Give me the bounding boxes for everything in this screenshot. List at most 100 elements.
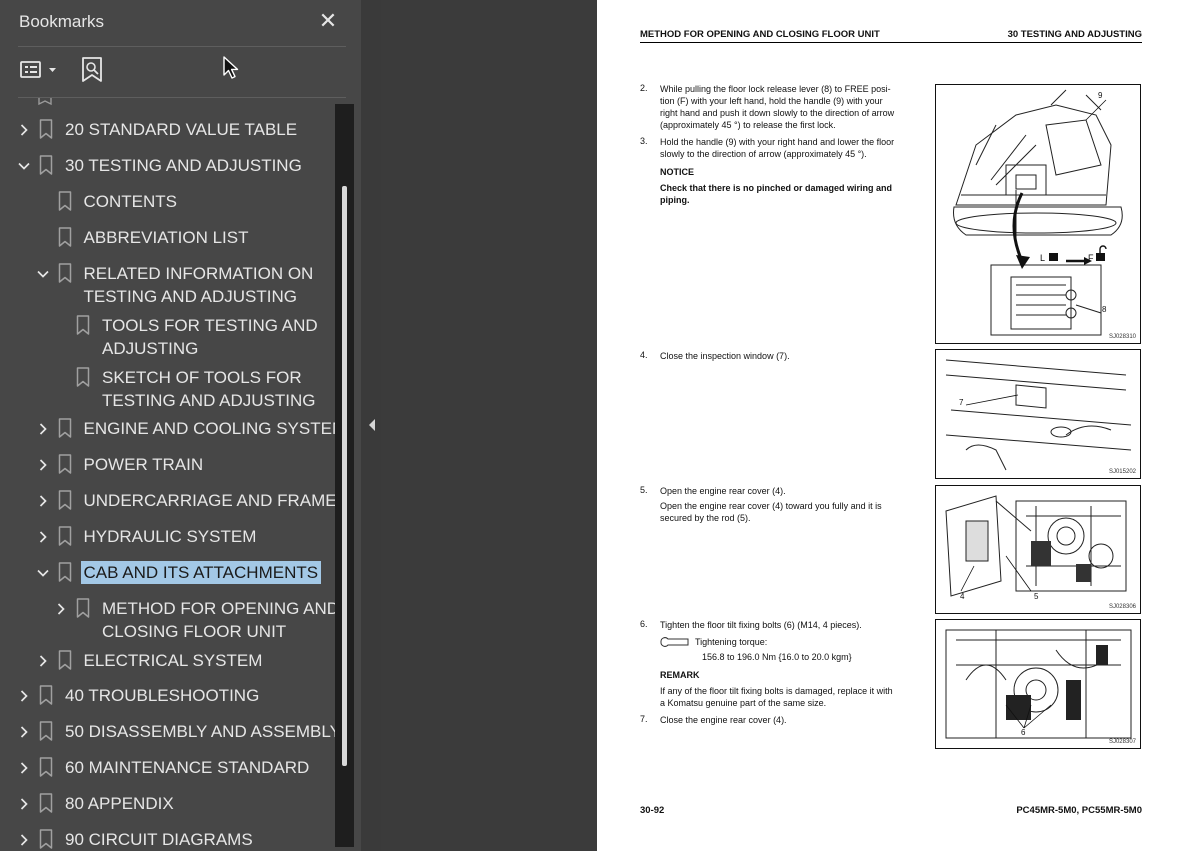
chevron-right-icon[interactable] [18, 726, 30, 738]
bookmark-icon [58, 526, 71, 546]
bookmark-label[interactable]: 20 STANDARD VALUE TABLE [65, 118, 297, 141]
chevron-right-icon[interactable] [37, 423, 49, 435]
add-bookmark-icon [82, 57, 102, 82]
torque-value: 156.8 to 196.0 Nm {16.0 to 20.0 kgm} [702, 652, 852, 662]
step-5-title: Open the engine rear cover (4). [660, 486, 786, 496]
step-7-text: Close the engine rear cover (4). [660, 715, 787, 725]
add-bookmark-button[interactable] [80, 56, 104, 84]
bookmark-label[interactable]: CONTENTS [84, 190, 178, 213]
notice-line: piping. [660, 195, 690, 205]
mouse-pointer-icon [223, 56, 239, 79]
notice-line: Check that there is no pinched or damage… [660, 183, 893, 193]
bookmark-label[interactable]: 80 APPENDIX [65, 792, 174, 815]
close-panel-button[interactable]: ✕ [316, 9, 340, 33]
bookmark-label-line: TESTING AND ADJUSTING [83, 287, 297, 306]
step-5-text: Open the engine rear cover (4) toward yo… [660, 500, 926, 524]
model-number: PC45MR-5M0, PC55MR-5M0 [1016, 805, 1142, 816]
bookmark-label[interactable]: HYDRAULIC SYSTEM [84, 525, 257, 548]
figure-callout: 8 [1102, 305, 1107, 314]
bookmark-icon [58, 191, 71, 211]
page-header-right: 30 TESTING AND ADJUSTING [1007, 29, 1142, 40]
bookmark-icon [58, 418, 71, 438]
bookmarks-panel: Bookmarks ✕ 20 STANDARD VALUE TABLE 30 TE… [0, 0, 361, 851]
bookmark-label-line: RELATED INFORMATION ON [83, 264, 314, 283]
floor-unit-illustration [953, 89, 1123, 336]
figure-floor-lock-release: 9 L F 8 SJ028310 [935, 84, 1141, 344]
bookmark-icon [58, 650, 71, 670]
bookmark-options-button[interactable] [19, 58, 61, 82]
step-2-line: (approximately 45 °) to release the firs… [660, 120, 836, 130]
scrollbar-thumb[interactable] [342, 186, 347, 766]
figure-engine-rear-cover: 4 5 SJ028306 [935, 485, 1141, 614]
figure-callout: 7 [959, 398, 964, 407]
bookmarks-scrollbar[interactable] [335, 104, 354, 847]
bookmark-label[interactable]: RELATED INFORMATION ON TESTING AND ADJUST… [84, 262, 314, 308]
figure-code: SJ028307 [1108, 739, 1136, 745]
figure-callout: F [1088, 253, 1094, 263]
bookmark-icon [58, 263, 71, 283]
page-header-left: METHOD FOR OPENING AND CLOSING FLOOR UNI… [640, 29, 880, 40]
bookmark-label[interactable]: 40 TROUBLESHOOTING [65, 684, 259, 707]
bookmark-label-line: TOOLS FOR TESTING AND [102, 316, 318, 335]
step-5-line: Open the engine rear cover (4) toward yo… [660, 501, 882, 511]
step-5-line: secured by the rod (5). [660, 513, 751, 523]
chevron-right-icon[interactable] [55, 603, 67, 615]
list-options-icon [20, 61, 56, 78]
bookmark-icon [58, 490, 71, 510]
bookmark-icon [76, 367, 90, 387]
step-2-line: While pulling the floor lock release lev… [660, 84, 891, 94]
figure-callout: L [1040, 253, 1046, 263]
step-3-line: slowly to the direction of arrow (approx… [660, 149, 867, 159]
bookmark-label[interactable]: ABBREVIATION LIST [84, 226, 249, 249]
bookmark-icon [76, 598, 90, 618]
chevron-down-icon[interactable] [18, 160, 30, 172]
notice-title: NOTICE [660, 167, 695, 177]
chevron-right-icon[interactable] [37, 655, 49, 667]
chevron-right-icon[interactable] [37, 531, 49, 543]
bookmark-label[interactable]: 30 TESTING AND ADJUSTING [65, 154, 302, 177]
figure-code: SJ015202 [1108, 469, 1136, 475]
bookmark-label[interactable]: UNDERCARRIAGE AND FRAME [84, 489, 337, 512]
bookmark-label[interactable]: 60 MAINTENANCE STANDARD [65, 756, 309, 779]
chevron-right-icon[interactable] [37, 459, 49, 471]
bookmarks-panel-header: Bookmarks ✕ [0, 0, 361, 46]
bookmark-icon [76, 315, 90, 335]
chevron-right-icon[interactable] [18, 124, 30, 136]
figure-callout: 4 [960, 592, 965, 601]
figure-code: SJ028310 [1108, 334, 1136, 340]
figure-callout: 6 [1021, 728, 1026, 737]
step-4-text: Close the inspection window (7). [660, 351, 790, 361]
bookmark-icon [58, 454, 71, 474]
bookmark-label-line: METHOD FOR OPENING AND [102, 599, 340, 618]
step-4-number: 4. [640, 350, 648, 360]
chevron-right-icon[interactable] [18, 690, 30, 702]
bookmark-label[interactable]: POWER TRAIN [84, 453, 204, 476]
inspection-window-illustration [945, 359, 1132, 471]
bookmark-icon [39, 757, 53, 777]
bookmark-label[interactable]: TOOLS FOR TESTING AND ADJUSTING [102, 314, 318, 360]
bookmark-label[interactable]: 90 CIRCUIT DIAGRAMS [65, 828, 253, 851]
bookmark-label[interactable]: CAB AND ITS ATTACHMENTS [80, 561, 322, 584]
chevron-down-icon[interactable] [36, 268, 49, 280]
step-6-title: Tighten the floor tilt fixing bolts (6) … [660, 620, 862, 630]
bookmark-label[interactable]: METHOD FOR OPENING AND CLOSING FLOOR UNIT [102, 597, 339, 643]
bookmark-label[interactable]: ENGINE AND COOLING SYSTEM [84, 417, 347, 440]
chevron-right-icon[interactable] [18, 798, 30, 810]
bookmark-tree-list: 20 STANDARD VALUE TABLE 30 TESTING AND AD… [0, 98, 346, 851]
floor-tilt-bolts-illustration [945, 629, 1132, 739]
chevron-right-icon[interactable] [18, 762, 30, 774]
bookmark-icon [39, 793, 53, 813]
bookmark-label[interactable]: SKETCH OF TOOLS FOR TESTING AND ADJUSTING [102, 366, 315, 412]
wrench-icon [660, 637, 689, 647]
remark-title: REMARK [660, 670, 700, 680]
chevron-right-icon[interactable] [37, 495, 49, 507]
step-6-number: 6. [640, 619, 648, 629]
figure-floor-tilt-bolts: 6 SJ028307 [935, 619, 1141, 749]
notice-text: Check that there is no pinched or damage… [660, 182, 926, 206]
collapse-left-icon[interactable] [367, 418, 377, 432]
chevron-right-icon[interactable] [18, 834, 30, 846]
bookmark-label[interactable]: ELECTRICAL SYSTEM [84, 649, 263, 672]
bookmark-label-line: CLOSING FLOOR UNIT [102, 622, 287, 641]
chevron-down-icon[interactable] [36, 567, 49, 579]
bookmark-label[interactable]: 50 DISASSEMBLY AND ASSEMBLY [65, 720, 341, 743]
